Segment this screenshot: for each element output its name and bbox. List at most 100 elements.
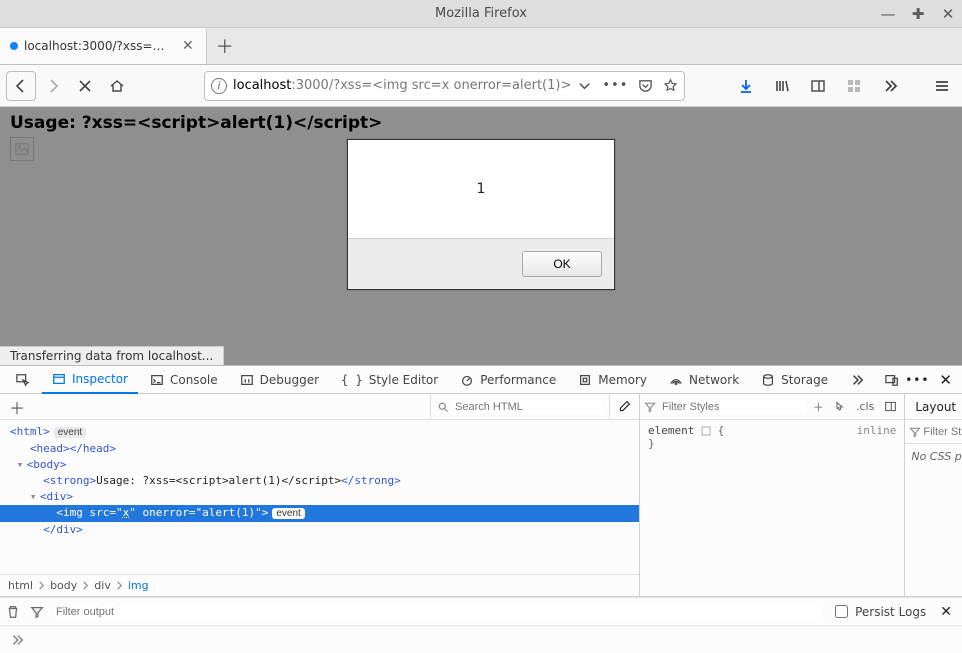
crumb-html[interactable]: html <box>8 579 33 592</box>
console-drawer-close[interactable]: ✕ <box>936 604 956 620</box>
tab-style-editor[interactable]: { } Style Editor <box>331 366 448 394</box>
add-rule-button[interactable]: ＋ <box>810 399 827 415</box>
download-icon <box>738 78 754 94</box>
tree-row[interactable]: <head></head> <box>0 441 639 457</box>
persist-logs-checkbox[interactable] <box>835 605 848 618</box>
maximize-button[interactable]: ✚ <box>908 4 928 24</box>
split-console-prompt[interactable] <box>0 625 962 653</box>
tree-row[interactable]: ▾<div> <box>0 489 639 505</box>
app-menu-button[interactable] <box>928 71 956 101</box>
devtools-close-button[interactable]: ✕ <box>935 371 956 389</box>
devtools-menu-button[interactable]: ••• <box>905 373 929 387</box>
persist-logs-label: Persist Logs <box>855 605 926 619</box>
layout-tab[interactable]: Layout <box>905 394 962 420</box>
alert-backdrop: 1 OK <box>0 107 962 365</box>
rule-brace-close: } <box>648 437 896 450</box>
performance-icon <box>460 373 474 387</box>
tree-row[interactable]: ▾<body> <box>0 457 639 473</box>
stop-button[interactable] <box>70 71 100 101</box>
markup-tree[interactable]: <html>event <head></head> ▾<body> <stron… <box>0 420 639 574</box>
devtools-main: ＋ <html>event <head></head> ▾<body> <str… <box>0 394 962 597</box>
clear-console-button[interactable] <box>6 605 20 619</box>
persist-logs-toggle[interactable]: Persist Logs <box>831 602 926 621</box>
devtools-tab-overflow[interactable] <box>840 366 874 394</box>
devtools: Inspector Console Debugger { } Style Edi… <box>0 365 962 653</box>
page-actions-icon[interactable]: ••• <box>602 78 628 93</box>
markup-search[interactable] <box>430 394 609 419</box>
overflow-button[interactable] <box>876 71 904 101</box>
crumb-img[interactable]: img <box>128 579 149 592</box>
chevron-down-icon[interactable] <box>577 78 592 93</box>
close-tab-button[interactable]: ✕ <box>180 38 196 54</box>
event-badge[interactable]: event <box>54 427 86 438</box>
computed-filter-input[interactable] <box>921 425 962 439</box>
rules-toolbar: ＋ .cls <box>640 394 904 420</box>
inspect-element-button[interactable] <box>6 366 40 394</box>
forward-icon <box>45 78 61 94</box>
sidebar-icon <box>810 78 826 94</box>
extension-button[interactable] <box>840 71 868 101</box>
url-path: :3000/?xss=<img src=x onerror=alert(1)> <box>291 78 571 93</box>
tab-storage[interactable]: Storage <box>751 366 838 394</box>
minimize-button[interactable]: — <box>878 4 898 24</box>
close-window-button[interactable]: ✕ <box>938 4 958 24</box>
url-bar[interactable]: i localhost:3000/?xss=<img src=x onerror… <box>204 71 685 101</box>
responsive-design-button[interactable] <box>885 373 899 387</box>
home-icon <box>109 78 125 94</box>
downloads-button[interactable] <box>732 71 760 101</box>
chevron-double-right-icon <box>882 78 898 94</box>
tab-inspector[interactable]: Inspector <box>42 367 138 394</box>
alert-button-row: OK <box>348 238 614 289</box>
home-button[interactable] <box>102 71 132 101</box>
console-filter-button[interactable] <box>30 605 44 619</box>
tab-performance[interactable]: Performance <box>450 366 566 394</box>
tree-row[interactable]: <strong>Usage: ?xss=<script>alert(1)</sc… <box>0 473 639 489</box>
forward-button <box>38 71 68 101</box>
tree-row-selected[interactable]: <img src="x" onerror="alert(1)">event <box>0 505 639 522</box>
edit-html-button[interactable] <box>609 394 639 419</box>
toggle-classes-button[interactable]: .cls <box>853 400 877 413</box>
tab-network[interactable]: Network <box>659 366 749 394</box>
tab-memory[interactable]: Memory <box>568 366 657 394</box>
tab-storage-label: Storage <box>781 373 828 387</box>
tree-row[interactable]: </div> <box>0 522 639 538</box>
console-drawer: Persist Logs ✕ <box>0 597 962 625</box>
loading-indicator-icon <box>10 42 18 50</box>
chevron-right-icon <box>81 581 90 590</box>
markup-toolbar: ＋ <box>0 394 639 420</box>
sidebar-toggle-button[interactable] <box>881 400 900 413</box>
site-identity-icon[interactable]: i <box>211 78 227 94</box>
trash-icon <box>6 605 20 619</box>
pocket-icon[interactable] <box>638 78 653 93</box>
event-badge[interactable]: event <box>272 508 304 519</box>
filter-styles-input[interactable] <box>660 400 806 414</box>
add-node-button[interactable]: ＋ <box>0 395 34 419</box>
alert-dialog: 1 OK <box>347 139 615 290</box>
console-filter-input[interactable] <box>54 605 821 619</box>
new-tab-button[interactable]: ＋ <box>207 28 243 64</box>
chevron-double-right-icon <box>10 633 24 647</box>
tab-title: localhost:3000/?xss=%3Cim <box>24 39 174 53</box>
layout-panel-tabs: Layout <box>905 394 962 420</box>
funnel-icon <box>30 605 44 619</box>
tab-inspector-label: Inspector <box>72 372 128 386</box>
tab-style-editor-label: Style Editor <box>369 373 438 387</box>
window-titlebar: Mozilla Firefox — ✚ ✕ <box>0 0 962 28</box>
alert-ok-button[interactable]: OK <box>522 251 602 277</box>
markup-search-input[interactable] <box>453 400 603 414</box>
bookmark-star-icon[interactable] <box>663 78 678 93</box>
rules-body[interactable]: element {inline } <box>640 420 904 596</box>
tree-row[interactable]: <html>event <box>0 424 639 441</box>
browser-tab[interactable]: localhost:3000/?xss=%3Cim ✕ <box>0 28 207 64</box>
pseudo-classes-button[interactable] <box>831 401 849 413</box>
tab-debugger[interactable]: Debugger <box>230 366 329 394</box>
node-picker-icon <box>16 373 30 387</box>
crumb-div[interactable]: div <box>94 579 111 592</box>
library-button[interactable] <box>768 71 796 101</box>
responsive-icon <box>885 373 899 387</box>
sidebar-button[interactable] <box>804 71 832 101</box>
back-button[interactable] <box>6 71 36 101</box>
tab-console[interactable]: Console <box>140 366 228 394</box>
crumb-body[interactable]: body <box>50 579 77 592</box>
nav-toolbar: i localhost:3000/?xss=<img src=x onerror… <box>0 65 962 107</box>
